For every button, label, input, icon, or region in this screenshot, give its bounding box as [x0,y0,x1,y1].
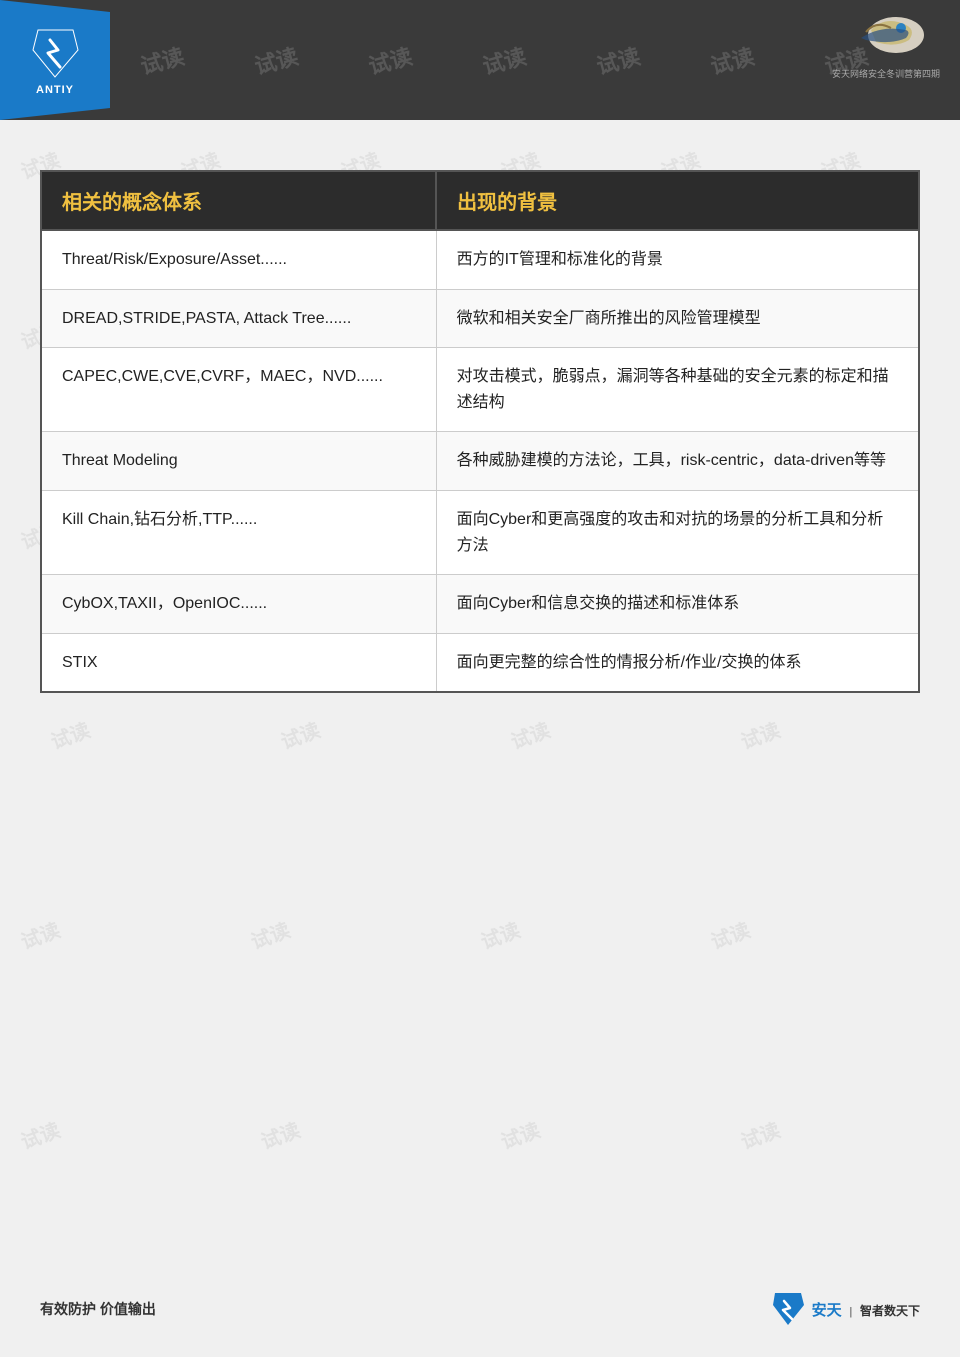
table-cell-left-0: Threat/Risk/Exposure/Asset...... [41,230,436,289]
main-content: 相关的概念体系 出现的背景 Threat/Risk/Exposure/Asset… [0,120,960,733]
bwm-22: 试读 [246,914,294,955]
table-row: CAPEC,CWE,CVE,CVRF，MAEC，NVD......对攻击模式，脆… [41,348,919,432]
top-right-subtitle: 安天网络安全冬训营第四期 [832,67,940,80]
watermark-6: 试读 [707,39,758,81]
page-footer: 有效防护 价值输出 安天 | 智者数天下 [0,1291,960,1327]
col2-header: 出现的背景 [436,171,919,230]
col1-header: 相关的概念体系 [41,171,436,230]
bwm-26: 试读 [256,1114,304,1155]
table-cell-left-1: DREAD,STRIDE,PASTA, Attack Tree...... [41,289,436,348]
table-row: Kill Chain,钻石分析,TTP......面向Cyber和更高强度的攻击… [41,490,919,574]
table-cell-left-6: STIX [41,633,436,692]
watermark-3: 试读 [365,39,416,81]
table-cell-left-2: CAPEC,CWE,CVE,CVRF，MAEC，NVD...... [41,348,436,432]
footer-logo-label: 安天 | 智者数天下 [812,1303,920,1318]
table-row: Threat Modeling各种威胁建模的方法论，工具，risk-centri… [41,432,919,491]
watermark-5: 试读 [593,39,644,81]
table-row: STIX面向更完整的综合性的情报分析/作业/交换的体系 [41,633,919,692]
table-header-row: 相关的概念体系 出现的背景 [41,171,919,230]
bwm-28: 试读 [736,1114,784,1155]
top-right-logo-svg [841,10,931,65]
page-header: ANTIY 试读 试读 试读 试读 试读 试读 试读 安天网络安全冬训营第四期 [0,0,960,120]
logo-label: ANTIY [36,84,74,96]
footer-logo-area: 安天 | 智者数天下 [770,1291,920,1327]
table-cell-right-4: 面向Cyber和更高强度的攻击和对抗的场景的分析工具和分析方法 [436,490,919,574]
logo-box: ANTIY [0,0,110,120]
footer-logo-icon [770,1291,806,1327]
concept-table: 相关的概念体系 出现的背景 Threat/Risk/Exposure/Asset… [40,170,920,693]
watermark-4: 试读 [479,39,530,81]
header-watermarks: 试读 试读 试读 试读 试读 试读 试读 [0,0,960,120]
bwm-24: 试读 [706,914,754,955]
watermark-1: 试读 [137,39,188,81]
watermark-2: 试读 [251,39,302,81]
table-cell-right-2: 对攻击模式，脆弱点，漏洞等各种基础的安全元素的标定和描述结构 [436,348,919,432]
table-cell-right-6: 面向更完整的综合性的情报分析/作业/交换的体系 [436,633,919,692]
table-cell-left-4: Kill Chain,钻石分析,TTP...... [41,490,436,574]
bwm-23: 试读 [476,914,524,955]
bwm-21: 试读 [16,914,64,955]
antiy-logo-icon [28,25,83,80]
table-row: DREAD,STRIDE,PASTA, Attack Tree......微软和… [41,289,919,348]
bwm-25: 试读 [16,1114,64,1155]
table-cell-left-3: Threat Modeling [41,432,436,491]
top-right-logo: 安天网络安全冬训营第四期 [832,10,940,80]
table-cell-right-3: 各种威胁建模的方法论，工具，risk-centric，data-driven等等 [436,432,919,491]
table-cell-right-5: 面向Cyber和信息交换的描述和标准体系 [436,575,919,634]
footer-slogan: 有效防护 价值输出 [40,1299,156,1319]
table-cell-right-1: 微软和相关安全厂商所推出的风险管理模型 [436,289,919,348]
table-cell-left-5: CybOX,TAXII，OpenIOC...... [41,575,436,634]
table-cell-right-0: 西方的IT管理和标准化的背景 [436,230,919,289]
table-row: CybOX,TAXII，OpenIOC......面向Cyber和信息交换的描述… [41,575,919,634]
table-row: Threat/Risk/Exposure/Asset......西方的IT管理和… [41,230,919,289]
footer-brand-text: 安天 | 智者数天下 [812,1299,920,1320]
bwm-27: 试读 [496,1114,544,1155]
